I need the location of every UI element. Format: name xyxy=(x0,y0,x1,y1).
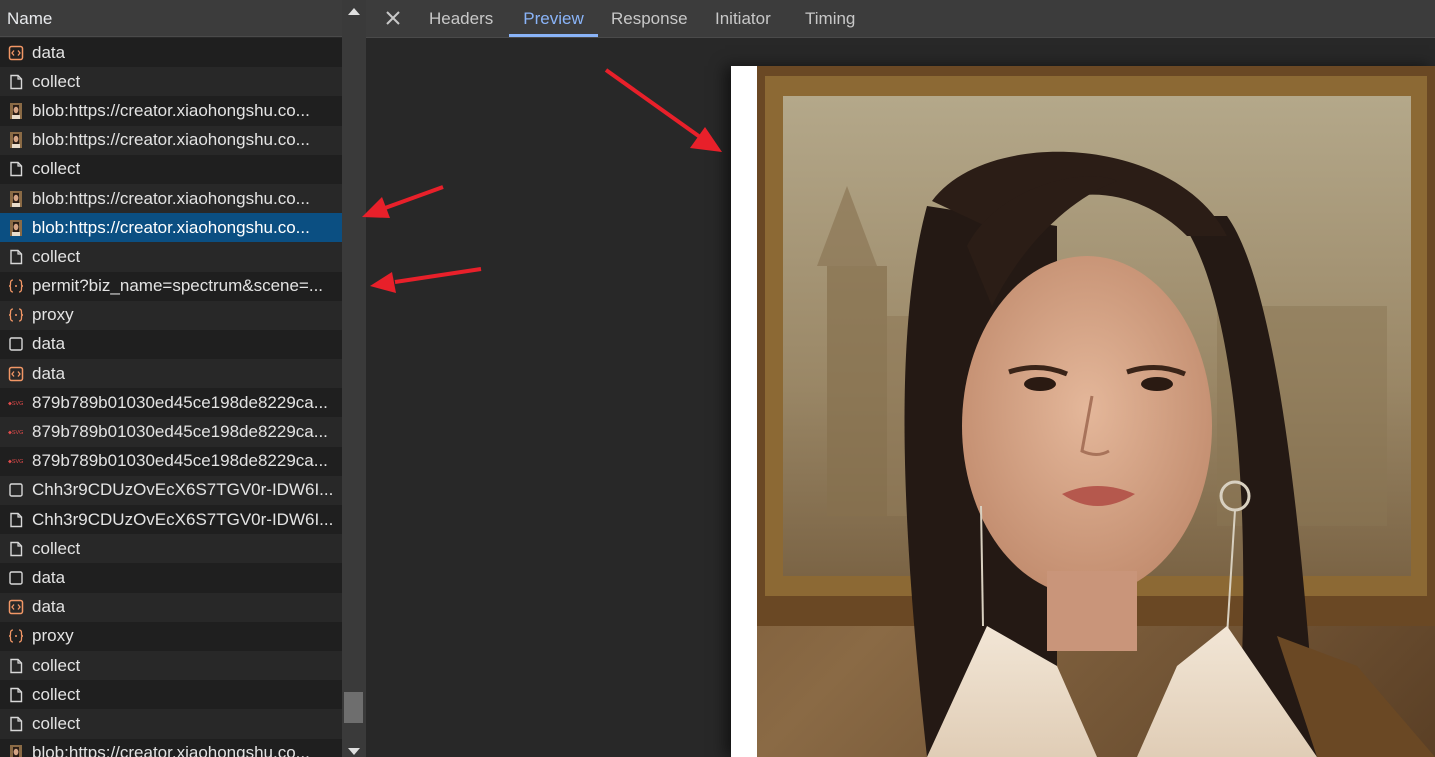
request-name: blob:https://creator.xiaohongshu.co... xyxy=(32,130,310,150)
svg-text:⬥SVG: ⬥SVG xyxy=(8,459,23,465)
request-name: collect xyxy=(32,684,81,704)
request-name: Chh3r9CDUzOvEcX6S7TGV0r-IDW6I... xyxy=(32,480,334,500)
document-icon xyxy=(8,512,24,528)
request-name: blob:https://creator.xiaohongshu.co... xyxy=(32,188,310,208)
document-icon xyxy=(8,687,24,703)
network-request-list: Name data collect blob:https://creator.xia… xyxy=(0,0,342,757)
json-icon xyxy=(8,307,24,323)
request-name: collect xyxy=(32,159,81,179)
request-name: blob:https://creator.xiaohongshu.co... xyxy=(32,100,310,120)
tab-initiator[interactable]: Initiator xyxy=(715,0,771,37)
request-row[interactable]: collect xyxy=(0,242,342,272)
request-row[interactable]: blob:https://creator.xiaohongshu.co... xyxy=(0,125,342,155)
xhr-doc-icon xyxy=(8,45,24,61)
request-name: blob:https://creator.xiaohongshu.co... xyxy=(32,217,310,237)
request-name: Chh3r9CDUzOvEcX6S7TGV0r-IDW6I... xyxy=(32,509,334,529)
scroll-thumb[interactable] xyxy=(344,692,363,723)
request-rows: data collect blob:https://creator.xiaohong… xyxy=(0,38,342,757)
request-name: data xyxy=(32,567,66,587)
request-name: collect xyxy=(32,71,81,91)
xhr-doc-icon xyxy=(8,599,24,615)
request-row[interactable]: collect xyxy=(0,534,342,564)
request-row[interactable]: collect xyxy=(0,680,342,710)
document-icon xyxy=(8,74,24,90)
document-icon xyxy=(8,658,24,674)
request-name: collect xyxy=(32,655,81,675)
request-name: blob:https://creator.xiaohongshu.co... xyxy=(32,743,310,757)
request-row[interactable]: collect xyxy=(0,709,342,739)
request-name: data xyxy=(32,334,66,354)
request-row[interactable]: data xyxy=(0,38,342,68)
request-row[interactable]: Chh3r9CDUzOvEcX6S7TGV0r-IDW6I... xyxy=(0,505,342,535)
request-name: 879b789b01030ed45ce198de8229ca... xyxy=(32,451,328,471)
request-row[interactable]: blob:https://creator.xiaohongshu.co... xyxy=(0,183,342,214)
request-row[interactable]: permit?biz_name=spectrum&scene=... xyxy=(0,271,342,301)
request-row[interactable]: blob:https://creator.xiaohongshu.co... xyxy=(0,96,342,126)
svg-icon: ⬥SVG xyxy=(8,395,24,411)
svg-text:⬥SVG: ⬥SVG xyxy=(8,401,23,407)
request-row[interactable]: collect xyxy=(0,154,342,184)
request-detail-panel: Headers Preview Response Initiator Timin… xyxy=(366,0,1435,757)
detail-tab-bar: Headers Preview Response Initiator Timin… xyxy=(366,0,1435,38)
empty-doc-icon xyxy=(8,482,24,498)
request-name: data xyxy=(32,597,66,617)
image-thumb-icon xyxy=(8,219,24,236)
empty-doc-icon xyxy=(8,336,24,352)
request-name: collect xyxy=(32,538,81,558)
request-name: proxy xyxy=(32,626,74,646)
request-row[interactable]: data xyxy=(0,563,342,593)
request-row[interactable]: data xyxy=(0,359,342,389)
image-preview-area xyxy=(366,38,1435,757)
request-name: data xyxy=(32,42,66,62)
image-thumb-icon xyxy=(8,745,24,757)
image-thumb-icon xyxy=(8,132,24,149)
tab-timing[interactable]: Timing xyxy=(805,0,855,37)
request-row[interactable]: blob:https://creator.xiaohongshu.co... xyxy=(0,738,342,757)
json-icon xyxy=(8,628,24,644)
request-name: permit?biz_name=spectrum&scene=... xyxy=(32,276,324,296)
request-name: proxy xyxy=(32,305,74,325)
empty-doc-icon xyxy=(8,570,24,586)
request-name: 879b789b01030ed45ce198de8229ca... xyxy=(32,392,328,412)
request-row[interactable]: Chh3r9CDUzOvEcX6S7TGV0r-IDW6I... xyxy=(0,475,342,505)
request-row-selected[interactable]: blob:https://creator.xiaohongshu.co... xyxy=(0,213,342,243)
request-name: data xyxy=(32,363,66,383)
document-icon xyxy=(8,541,24,557)
request-row[interactable]: ⬥SVG 879b789b01030ed45ce198de8229ca... xyxy=(0,446,342,476)
request-row[interactable]: ⬥SVG 879b789b01030ed45ce198de8229ca... xyxy=(0,417,342,447)
scroll-up-arrow-icon[interactable] xyxy=(348,8,360,15)
tab-preview[interactable]: Preview xyxy=(509,0,598,37)
request-row[interactable]: ⬥SVG 879b789b01030ed45ce198de8229ca... xyxy=(0,388,342,418)
tab-response[interactable]: Response xyxy=(611,0,688,37)
request-name: collect xyxy=(32,713,81,733)
request-row[interactable]: proxy xyxy=(0,300,342,330)
svg-text:⬥SVG: ⬥SVG xyxy=(8,430,23,436)
image-thumb-icon xyxy=(8,102,24,119)
svg-icon: ⬥SVG xyxy=(8,424,24,440)
request-name: 879b789b01030ed45ce198de8229ca... xyxy=(32,422,328,442)
name-column-header[interactable]: Name xyxy=(0,0,342,37)
portrait-photo xyxy=(757,66,1435,757)
document-icon xyxy=(8,716,24,732)
scroll-down-arrow-icon[interactable] xyxy=(348,748,360,755)
request-name: collect xyxy=(32,246,81,266)
request-row[interactable]: data xyxy=(0,329,342,360)
json-icon xyxy=(8,278,24,294)
request-row[interactable]: data xyxy=(0,592,342,622)
request-list-scrollbar[interactable] xyxy=(342,0,366,757)
svg-icon: ⬥SVG xyxy=(8,453,24,469)
image-preview-frame xyxy=(731,66,1435,757)
xhr-doc-icon xyxy=(8,366,24,382)
close-icon[interactable] xyxy=(384,9,402,27)
request-row[interactable]: proxy xyxy=(0,621,342,651)
request-row[interactable]: collect xyxy=(0,67,342,97)
document-icon xyxy=(8,249,24,265)
document-icon xyxy=(8,161,24,177)
tab-headers[interactable]: Headers xyxy=(429,0,493,37)
request-row[interactable]: collect xyxy=(0,650,342,681)
image-thumb-icon xyxy=(8,190,24,207)
